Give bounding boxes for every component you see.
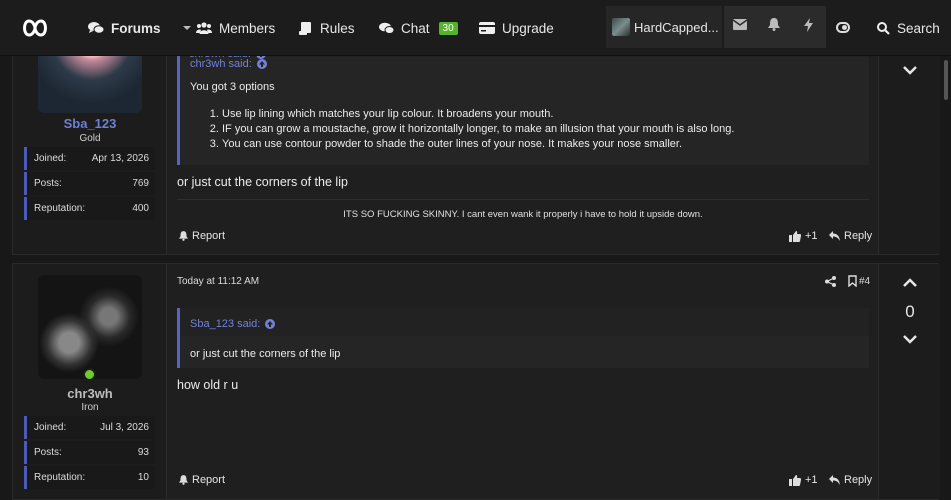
chevron-down-icon[interactable] (903, 66, 917, 75)
bell-icon (179, 231, 188, 241)
online-status-indicator (83, 368, 96, 381)
post-date[interactable]: Today at 11:12 AM (177, 276, 259, 287)
vote-column: 0 (878, 264, 940, 499)
user-rank: Gold (79, 133, 101, 144)
nav-chat-label: Chat (401, 20, 430, 36)
stat-posts: Posts: 769 (24, 172, 155, 195)
chevron-down-icon[interactable] (903, 335, 917, 344)
signature: ITS SO FUCKING SKINNY. I cant even wank … (177, 199, 869, 229)
reply-button[interactable]: Reply (829, 230, 872, 242)
site-logo-icon[interactable] (22, 17, 48, 39)
top-nav: Forums Members Rules Chat 30 Upgrade Har… (0, 0, 951, 56)
post-username[interactable]: chr3wh (13, 386, 167, 401)
nav-upgrade-label: Upgrade (502, 20, 554, 36)
stat-joined: Joined: Apr 13, 2026 (24, 147, 155, 170)
list-item: Use lip lining which matches your lip co… (222, 108, 860, 120)
bell-icon[interactable] (768, 18, 780, 31)
nav-rules[interactable]: Rules (299, 0, 355, 56)
nav-forums[interactable]: Forums (88, 0, 192, 56)
stat-reputation: Reputation: 10 (24, 466, 155, 489)
quote-body: or just cut the corners of the lip (190, 348, 341, 360)
caret-down-icon[interactable] (182, 23, 192, 33)
comments-icon (88, 22, 104, 34)
thumbs-up-icon (789, 230, 801, 242)
arrow-up-circle-icon[interactable] (256, 59, 267, 69)
user-rank: Iron (81, 402, 99, 413)
reply-button[interactable]: Reply (829, 474, 872, 486)
post-username[interactable]: Sba_123 (13, 116, 167, 131)
post-number[interactable]: #4 (859, 276, 870, 287)
list-item: IF you can grow a moustache, grow it hor… (222, 123, 860, 135)
quote-body: You got 3 options Use lip lining which m… (190, 81, 860, 153)
nav-rules-label: Rules (320, 20, 355, 36)
nav-forums-label: Forums (111, 20, 161, 36)
nav-chat[interactable]: Chat 30 (379, 0, 458, 56)
stat-joined: Joined: Jul 3, 2026 (24, 416, 155, 439)
envelope-icon[interactable] (733, 19, 747, 30)
share-icon[interactable] (825, 276, 836, 287)
credit-card-icon (479, 22, 495, 34)
nav-alerts-group (724, 6, 826, 48)
reply-icon (829, 231, 840, 241)
thumbs-up-icon (789, 474, 801, 486)
scroll-icon (299, 21, 311, 35)
page-scrollbar[interactable] (944, 60, 948, 100)
nav-user-menu[interactable]: HardCapped... (606, 6, 722, 48)
bell-icon (179, 475, 188, 485)
reply-icon (829, 475, 840, 485)
nav-search[interactable]: Search (877, 0, 940, 56)
like-button[interactable]: +1 (789, 230, 818, 242)
quote-author[interactable]: Sba_123 said: (190, 318, 276, 330)
nav-members-label: Members (219, 20, 276, 36)
list-item: You can use contour powder to shade the … (222, 138, 860, 150)
stat-reputation: Reputation: 400 (24, 197, 155, 220)
bookmark-icon[interactable] (848, 275, 857, 287)
quote-block: chr3wh said: You got 3 options Use lip l… (177, 57, 869, 165)
vote-score: 0 (905, 302, 915, 321)
user-avatar (612, 18, 630, 36)
report-button[interactable]: Report (179, 230, 225, 242)
like-button[interactable]: +1 (789, 474, 818, 486)
arrow-up-circle-icon[interactable] (265, 319, 276, 329)
post-body-text: or just cut the corners of the lip (177, 175, 348, 189)
avatar[interactable] (38, 275, 142, 379)
quote-block: Sba_123 said: or just cut the corners of… (177, 308, 869, 368)
users-icon (196, 22, 212, 34)
quote-header-bar (180, 308, 869, 336)
nav-username: HardCapped... (634, 19, 719, 35)
chat-count-badge: 30 (438, 21, 458, 35)
quote-list: Use lip lining which matches your lip co… (190, 108, 860, 150)
nav-search-label: Search (897, 20, 940, 36)
post-chr3wh: chr3wh Iron Joined: Jul 3, 2026 Posts: 93 … (12, 263, 940, 500)
theme-toggle-icon[interactable] (836, 22, 850, 33)
bolt-icon[interactable] (804, 18, 813, 32)
post-body-text: how old r u (177, 378, 239, 392)
search-icon (877, 21, 890, 35)
post-user-info: chr3wh Iron Joined: Jul 3, 2026 Posts: 93 … (13, 264, 167, 499)
post-content: Today at 11:12 AM #4 Sba_123 said: or ju… (167, 264, 878, 499)
stat-posts: Posts: 93 (24, 441, 155, 464)
quote-intro: You got 3 options (190, 81, 275, 93)
report-button[interactable]: Report (179, 474, 225, 486)
chat-icon (379, 22, 394, 34)
nav-members[interactable]: Members (196, 0, 275, 56)
nav-upgrade[interactable]: Upgrade (479, 0, 554, 56)
chevron-up-icon[interactable] (903, 278, 917, 287)
